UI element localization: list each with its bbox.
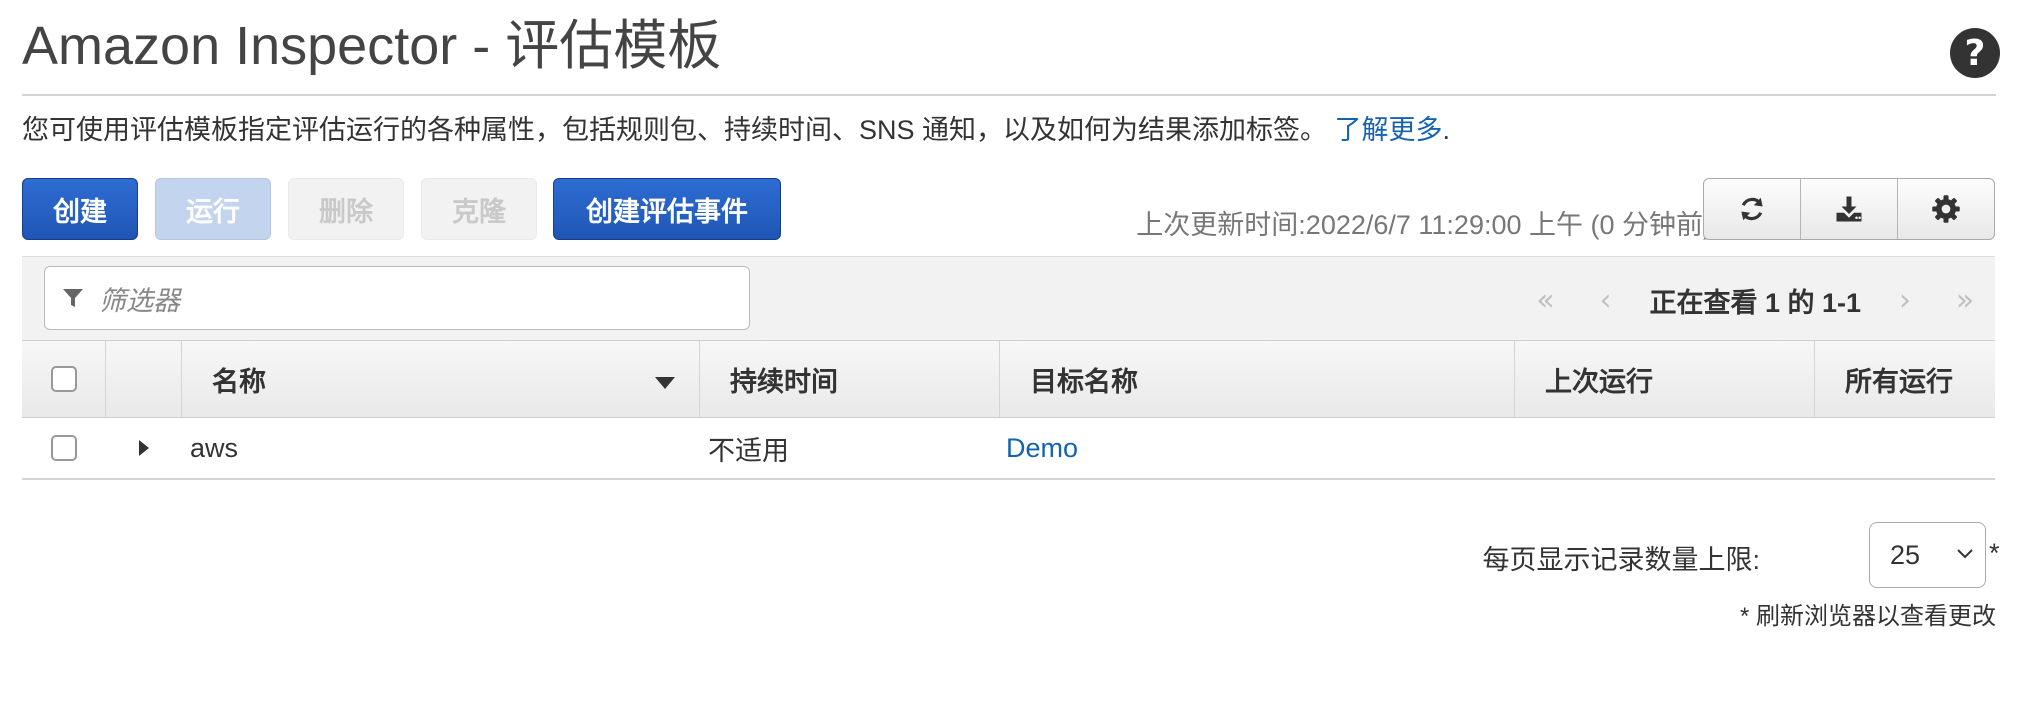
header-divider xyxy=(22,94,1996,96)
table-header: 名称 持续时间 目标名称 上次运行 所有运行 xyxy=(22,340,1995,418)
next-page-button[interactable]: › xyxy=(1875,272,1935,328)
pagination-status: 正在查看 1 的 1-1 xyxy=(1649,287,1861,318)
create-button[interactable]: 创建 xyxy=(22,178,138,240)
sort-desc-icon[interactable] xyxy=(655,377,675,389)
toolbar-icon-group xyxy=(1703,178,1995,240)
per-page-label: 每页显示记录数量上限: xyxy=(1482,545,1760,575)
select-all-cell xyxy=(22,341,106,417)
first-page-button[interactable]: « xyxy=(1515,272,1575,328)
filter-icon xyxy=(63,289,83,307)
prev-page-button[interactable]: ‹ xyxy=(1575,272,1635,328)
column-header-name[interactable]: 名称 xyxy=(182,341,700,417)
download-button[interactable] xyxy=(1801,179,1898,239)
refresh-icon xyxy=(1741,197,1763,221)
expand-column-header xyxy=(106,341,182,417)
chevron-down-icon xyxy=(1957,549,1973,559)
expand-caret-icon[interactable] xyxy=(138,439,150,457)
last-page-button[interactable]: » xyxy=(1935,272,1995,328)
column-header-target-label: 目标名称 xyxy=(1030,366,1138,397)
filter-placeholder: 筛选器 xyxy=(99,285,180,316)
filter-input[interactable]: 筛选器 xyxy=(44,266,750,330)
refresh-button[interactable] xyxy=(1704,179,1801,239)
column-header-duration-label: 持续时间 xyxy=(730,366,838,397)
page-title: Amazon Inspector - 评估模板 xyxy=(22,16,722,76)
column-header-last-run[interactable]: 上次运行 xyxy=(1515,341,1815,417)
pagination: « ‹ 正在查看 1 的 1-1 › » xyxy=(1515,272,1995,328)
download-icon xyxy=(1836,196,1862,222)
last-updated-text: 上次更新时间:2022/6/7 11:29:00 上午 (0 分钟前) xyxy=(1136,210,1712,240)
row-expand-cell xyxy=(106,418,182,478)
column-header-all-runs-label: 所有运行 xyxy=(1845,366,1953,397)
row-select-cell xyxy=(22,418,106,478)
description-text: 您可使用评估模板指定评估运行的各种属性，包括规则包、持续时间、SNS 通知，以及… xyxy=(22,115,1328,145)
clone-button[interactable]: 克隆 xyxy=(421,178,537,240)
row-target-link[interactable]: Demo xyxy=(1006,433,1078,464)
refresh-note: * 刷新浏览器以查看更改 xyxy=(1739,603,1996,630)
create-assessment-event-button[interactable]: 创建评估事件 xyxy=(553,178,781,240)
select-all-checkbox[interactable] xyxy=(50,366,77,392)
row-target-cell: Demo xyxy=(1006,418,1078,478)
run-button[interactable]: 运行 xyxy=(155,178,271,240)
column-header-last-run-label: 上次运行 xyxy=(1545,366,1653,397)
column-header-name-label: 名称 xyxy=(212,366,266,397)
help-icon[interactable]: ? xyxy=(1950,28,2000,78)
learn-more-link[interactable]: 了解更多 xyxy=(1335,115,1443,145)
settings-button[interactable] xyxy=(1898,179,1994,239)
learn-more-suffix: . xyxy=(1442,115,1451,145)
row-checkbox[interactable] xyxy=(51,435,77,461)
page-description: 您可使用评估模板指定评估运行的各种属性，包括规则包、持续时间、SNS 通知，以及… xyxy=(22,108,1450,147)
gear-icon xyxy=(1932,195,1960,223)
per-page-select[interactable]: 25 xyxy=(1869,522,1986,588)
row-name: aws xyxy=(190,432,239,463)
column-header-duration[interactable]: 持续时间 xyxy=(700,341,1000,417)
column-header-target[interactable]: 目标名称 xyxy=(1000,341,1515,417)
per-page-value: 25 xyxy=(1890,539,1921,570)
table-row[interactable]: aws 不适用 Demo xyxy=(22,418,1995,480)
per-page-asterisk: * xyxy=(1989,538,2000,568)
column-header-all-runs[interactable]: 所有运行 xyxy=(1815,341,1995,417)
delete-button[interactable]: 删除 xyxy=(288,178,404,240)
row-duration: 不适用 xyxy=(708,435,789,466)
